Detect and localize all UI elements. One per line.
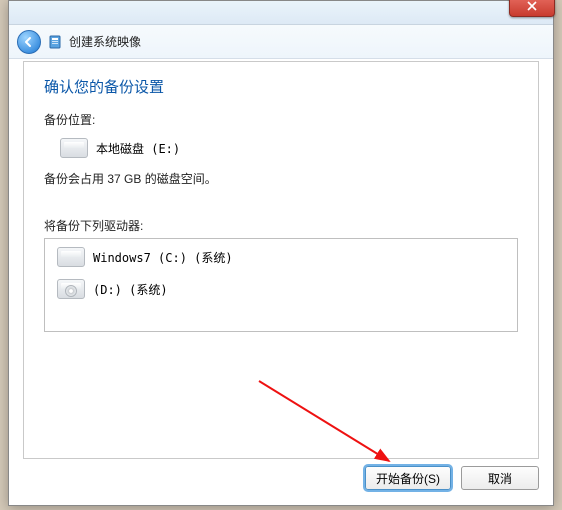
footer: 开始备份(S) 取消	[23, 461, 539, 495]
back-button[interactable]	[17, 30, 41, 54]
backup-location-label: 备份位置:	[44, 111, 518, 128]
backup-location-row: 本地磁盘 (E:)	[44, 136, 518, 164]
drives-list-label: 将备份下列驱动器:	[44, 217, 518, 234]
list-item: Windows7 (C:) (系统)	[53, 245, 509, 273]
content-panel: 确认您的备份设置 备份位置: 本地磁盘 (E:) 备份会占用 37 GB 的磁盘…	[23, 61, 539, 459]
backup-location-value: 本地磁盘 (E:)	[96, 140, 180, 157]
list-item: (D:) (系统)	[53, 277, 509, 305]
drive-disc-icon	[57, 279, 85, 299]
drive-label: Windows7 (C:) (系统)	[93, 249, 233, 266]
drives-list: Windows7 (C:) (系统) (D:) (系统)	[44, 238, 518, 332]
drive-icon	[60, 138, 88, 158]
close-button[interactable]	[509, 0, 555, 17]
app-icon	[47, 34, 63, 50]
backup-size-text: 备份会占用 37 GB 的磁盘空间。	[44, 170, 518, 187]
window-title: 创建系统映像	[69, 33, 141, 50]
start-backup-button[interactable]: 开始备份(S)	[365, 466, 451, 490]
close-icon	[527, 1, 537, 11]
titlebar	[9, 1, 553, 25]
drive-label: (D:) (系统)	[93, 281, 168, 298]
cancel-button[interactable]: 取消	[461, 466, 539, 490]
nav-header: 创建系统映像	[9, 25, 553, 59]
page-heading: 确认您的备份设置	[44, 76, 518, 97]
back-arrow-icon	[23, 36, 35, 48]
drive-icon	[57, 247, 85, 267]
